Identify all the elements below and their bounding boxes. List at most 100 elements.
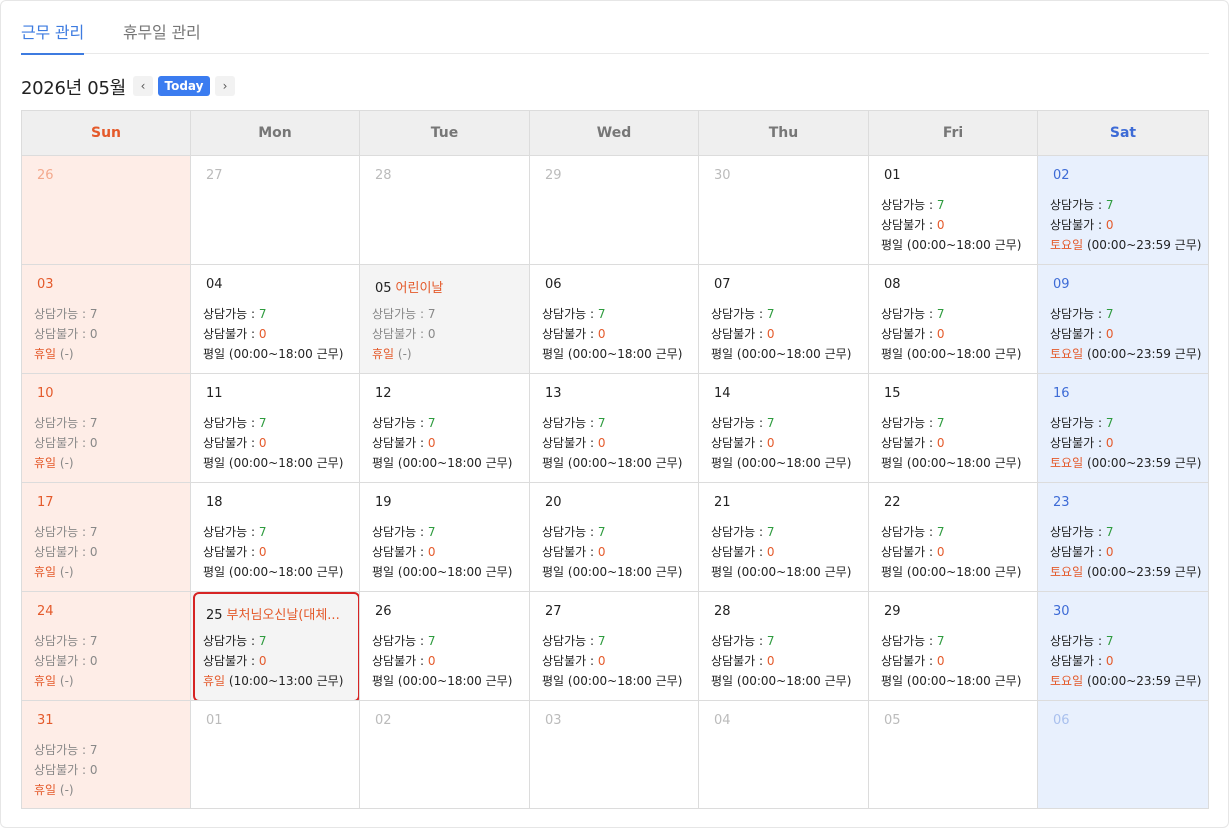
- day-type: 평일: [881, 456, 904, 470]
- day-details: 상담가능 : 7 상담불가 : 0 평일 (00:00~18:00 근무): [711, 413, 851, 473]
- day-type: 휴일: [34, 347, 57, 361]
- weekday-sun: Sun: [22, 111, 191, 155]
- calendar-day-cell[interactable]: 04 상담가능 : 7 상담불가 : 0 평일 (00:00~18:00 근무): [191, 265, 360, 374]
- calendar-day-cell[interactable]: 06 상담가능 : 7 상담불가 : 0 평일 (00:00~18:00 근무): [530, 265, 699, 374]
- unavailable-count-line: 상담불가 : 0: [711, 324, 851, 344]
- calendar-day-cell[interactable]: 21 상담가능 : 7 상담불가 : 0 평일 (00:00~18:00 근무): [699, 483, 869, 592]
- calendar-day-cell[interactable]: 12 상담가능 : 7 상담불가 : 0 평일 (00:00~18:00 근무): [360, 374, 530, 483]
- unavailable-count: 0: [258, 545, 267, 559]
- calendar-day-cell[interactable]: 29: [530, 156, 699, 265]
- work-hours-line: 휴일 (-): [34, 780, 97, 800]
- unavailable-label: 상담불가 :: [203, 436, 259, 450]
- day-header: 23: [1053, 495, 1070, 510]
- unavailable-count-line: 상담불가 : 0: [1050, 651, 1201, 671]
- available-label: 상담가능 :: [372, 307, 428, 321]
- calendar-day-cell[interactable]: 18 상담가능 : 7 상담불가 : 0 평일 (00:00~18:00 근무): [191, 483, 360, 592]
- day-header: 19: [375, 495, 392, 510]
- unavailable-count: 0: [597, 654, 606, 668]
- calendar-day-cell[interactable]: 15 상담가능 : 7 상담불가 : 0 평일 (00:00~18:00 근무): [869, 374, 1038, 483]
- calendar-day-cell[interactable]: 02: [360, 701, 530, 808]
- unavailable-label: 상담불가 :: [542, 327, 598, 341]
- calendar-day-cell[interactable]: 28: [360, 156, 530, 265]
- calendar-day-cell[interactable]: 04: [699, 701, 869, 808]
- calendar-day-cell[interactable]: 06: [1038, 701, 1208, 808]
- unavailable-count-line: 상담불가 : 0: [34, 324, 97, 344]
- work-hours: (00:00~18:00 근무): [394, 456, 513, 470]
- day-type: 평일: [372, 674, 395, 688]
- available-count-line: 상담가능 : 7: [372, 631, 512, 651]
- calendar-day-cell[interactable]: 16 상담가능 : 7 상담불가 : 0 토요일 (00:00~23:59 근무): [1038, 374, 1208, 483]
- calendar-day-cell[interactable]: 10 상담가능 : 7 상담불가 : 0 휴일 (-): [22, 374, 191, 483]
- available-count-line: 상담가능 : 7: [542, 522, 682, 542]
- calendar-day-cell[interactable]: 14 상담가능 : 7 상담불가 : 0 평일 (00:00~18:00 근무): [699, 374, 869, 483]
- calendar-day-cell[interactable]: 31 상담가능 : 7 상담불가 : 0 휴일 (-): [22, 701, 191, 808]
- calendar-day-cell[interactable]: 30: [699, 156, 869, 265]
- calendar-day-cell[interactable]: 17 상담가능 : 7 상담불가 : 0 휴일 (-): [22, 483, 191, 592]
- calendar-day-cell[interactable]: 26: [22, 156, 191, 265]
- available-count: 7: [1105, 307, 1114, 321]
- calendar-day-cell[interactable]: 26 상담가능 : 7 상담불가 : 0 평일 (00:00~18:00 근무): [360, 592, 530, 701]
- work-hours: (00:00~18:00 근무): [733, 565, 852, 579]
- day-number: 28: [714, 604, 731, 619]
- weekday-fri: Fri: [869, 111, 1038, 155]
- day-header: 29: [884, 604, 901, 619]
- work-hours-line: 평일 (00:00~18:00 근무): [542, 453, 682, 473]
- available-label: 상담가능 :: [372, 634, 428, 648]
- today-button[interactable]: Today: [158, 76, 210, 96]
- next-month-button[interactable]: ›: [215, 76, 235, 96]
- calendar-day-cell[interactable]: 27: [191, 156, 360, 265]
- calendar-day-cell[interactable]: 09 상담가능 : 7 상담불가 : 0 토요일 (00:00~23:59 근무): [1038, 265, 1208, 374]
- calendar-day-cell[interactable]: 05: [869, 701, 1038, 808]
- unavailable-count-line: 상담불가 : 0: [881, 651, 1021, 671]
- calendar-day-cell[interactable]: 02 상담가능 : 7 상담불가 : 0 토요일 (00:00~23:59 근무): [1038, 156, 1208, 265]
- work-hours: (00:00~23:59 근무): [1083, 347, 1202, 361]
- calendar-day-cell[interactable]: 29 상담가능 : 7 상담불가 : 0 평일 (00:00~18:00 근무): [869, 592, 1038, 701]
- unavailable-count: 0: [258, 654, 267, 668]
- calendar-day-cell[interactable]: 23 상담가능 : 7 상담불가 : 0 토요일 (00:00~23:59 근무): [1038, 483, 1208, 592]
- calendar-day-cell[interactable]: 27 상담가능 : 7 상담불가 : 0 평일 (00:00~18:00 근무): [530, 592, 699, 701]
- calendar-day-cell[interactable]: 24 상담가능 : 7 상담불가 : 0 휴일 (-): [22, 592, 191, 701]
- calendar-day-cell[interactable]: 20 상담가능 : 7 상담불가 : 0 평일 (00:00~18:00 근무): [530, 483, 699, 592]
- calendar-day-cell[interactable]: 19 상담가능 : 7 상담불가 : 0 평일 (00:00~18:00 근무): [360, 483, 530, 592]
- unavailable-count: 0: [766, 436, 775, 450]
- holiday-name: 어린이날: [395, 281, 444, 296]
- day-number: 25: [206, 608, 223, 623]
- work-hours-line: 평일 (00:00~18:00 근무): [711, 344, 851, 364]
- unavailable-label: 상담불가 :: [881, 654, 937, 668]
- day-number: 28: [375, 168, 392, 183]
- day-details: 상담가능 : 7 상담불가 : 0 평일 (00:00~18:00 근무): [542, 413, 682, 473]
- day-header: 09: [1053, 277, 1070, 292]
- calendar-day-cell[interactable]: 07 상담가능 : 7 상담불가 : 0 평일 (00:00~18:00 근무): [699, 265, 869, 374]
- day-header: 05: [884, 713, 901, 728]
- work-hours: (00:00~18:00 근무): [564, 456, 683, 470]
- unavailable-label: 상담불가 :: [881, 436, 937, 450]
- day-details: 상담가능 : 7 상담불가 : 0 평일 (00:00~18:00 근무): [203, 304, 343, 364]
- calendar-day-cell[interactable]: 03 상담가능 : 7 상담불가 : 0 휴일 (-): [22, 265, 191, 374]
- day-details: 상담가능 : 7 상담불가 : 0 평일 (00:00~18:00 근무): [203, 413, 343, 473]
- calendar-day-cell[interactable]: 01: [191, 701, 360, 808]
- work-hours: (00:00~18:00 근무): [903, 674, 1022, 688]
- calendar-day-cell[interactable]: 22 상담가능 : 7 상담불가 : 0 평일 (00:00~18:00 근무): [869, 483, 1038, 592]
- calendar-day-cell[interactable]: 13 상담가능 : 7 상담불가 : 0 평일 (00:00~18:00 근무): [530, 374, 699, 483]
- calendar-day-cell[interactable]: 28 상담가능 : 7 상담불가 : 0 평일 (00:00~18:00 근무): [699, 592, 869, 701]
- available-count-line: 상담가능 : 7: [711, 631, 851, 651]
- calendar-day-cell[interactable]: 03: [530, 701, 699, 808]
- prev-month-button[interactable]: ‹: [133, 76, 153, 96]
- calendar-day-cell[interactable]: 25 부처님오신날(대체... 상담가능 : 7 상담불가 : 0 휴일 (10:00~…: [191, 592, 360, 701]
- unavailable-count-line: 상담불가 : 0: [711, 651, 851, 671]
- tab-holiday-management[interactable]: 휴무일 관리: [123, 19, 201, 53]
- calendar-day-cell[interactable]: 05 어린이날 상담가능 : 7 상담불가 : 0 휴일 (-): [360, 265, 530, 374]
- calendar-day-cell[interactable]: 08 상담가능 : 7 상담불가 : 0 평일 (00:00~18:00 근무): [869, 265, 1038, 374]
- month-title: 2026년 05월: [21, 78, 126, 99]
- available-count-line: 상담가능 : 7: [34, 631, 97, 651]
- tab-work-management[interactable]: 근무 관리: [21, 19, 84, 55]
- work-hours-line: 토요일 (00:00~23:59 근무): [1050, 344, 1201, 364]
- unavailable-count: 0: [936, 327, 945, 341]
- calendar-day-cell[interactable]: 30 상담가능 : 7 상담불가 : 0 토요일 (00:00~23:59 근무): [1038, 592, 1208, 701]
- day-type: 평일: [711, 565, 734, 579]
- available-count-line: 상담가능 : 7: [711, 522, 851, 542]
- day-details: 상담가능 : 7 상담불가 : 0 평일 (00:00~18:00 근무): [881, 304, 1021, 364]
- calendar-day-cell[interactable]: 01 상담가능 : 7 상담불가 : 0 평일 (00:00~18:00 근무): [869, 156, 1038, 265]
- day-details: 상담가능 : 7 상담불가 : 0 평일 (00:00~18:00 근무): [881, 195, 1021, 255]
- calendar-day-cell[interactable]: 11 상담가능 : 7 상담불가 : 0 평일 (00:00~18:00 근무): [191, 374, 360, 483]
